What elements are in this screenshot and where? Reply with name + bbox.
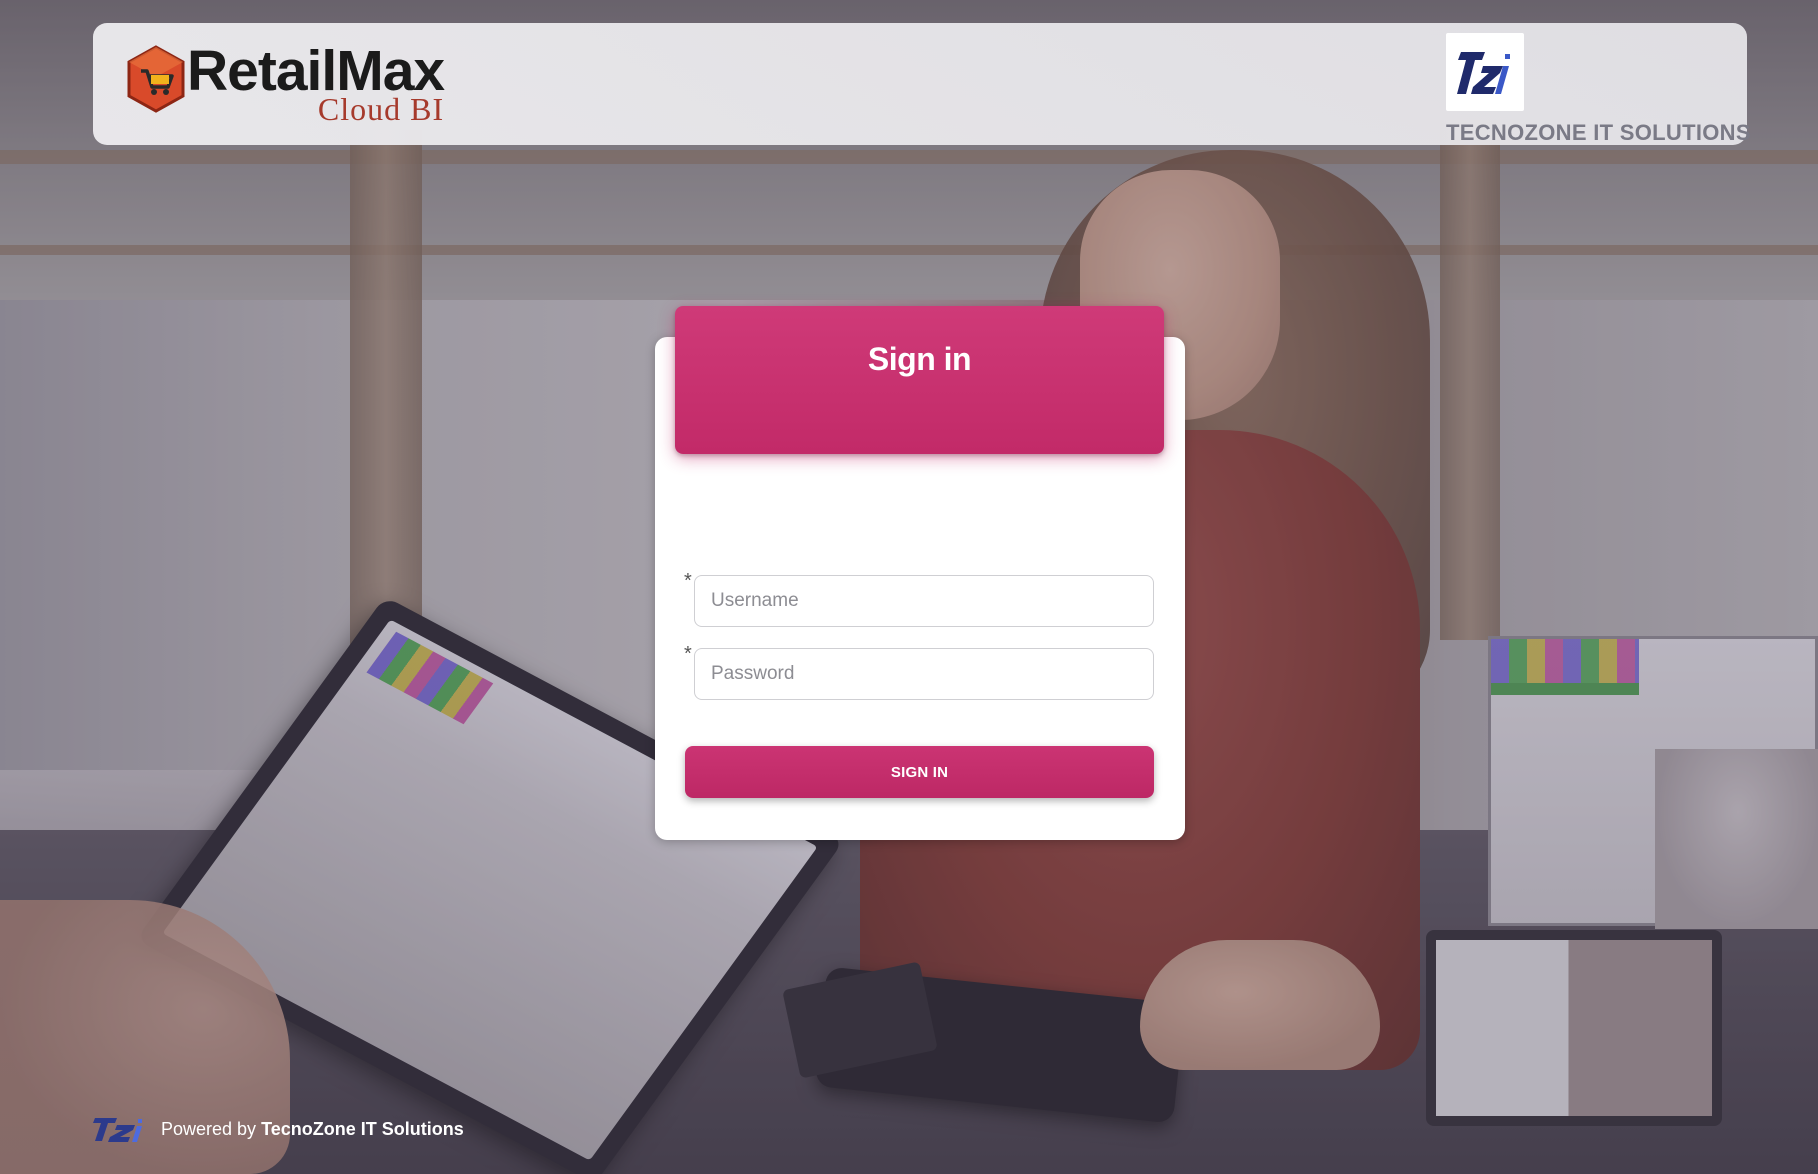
required-marker: * [684, 643, 692, 665]
shopping-cart-hexagon-icon [125, 45, 187, 113]
tz-logo-icon [1446, 33, 1524, 111]
powered-by-prefix: Powered by [161, 1118, 262, 1139]
username-input[interactable] [694, 575, 1154, 627]
powered-by-company: TecnoZone IT Solutions [261, 1118, 464, 1139]
powered-by-text: Powered by TecnoZone IT Solutions [161, 1119, 464, 1140]
footer: Powered by TecnoZone IT Solutions [93, 1113, 464, 1145]
partner-name: TECNOZONE IT SOLUTIONS [1446, 120, 1751, 145]
tz-logo-icon [93, 1115, 155, 1143]
password-field-group: * [684, 643, 1154, 700]
sign-in-button[interactable]: SIGN IN [685, 746, 1154, 798]
required-marker: * [684, 570, 692, 592]
username-field-group: * [684, 570, 1154, 627]
password-input[interactable] [694, 648, 1154, 700]
brand-subtitle: Cloud BI [317, 91, 445, 127]
partner-logo: TECNOZONE IT SOLUTIONS [1427, 33, 1751, 145]
signin-card-header: Sign in [675, 306, 1164, 454]
retailmax-logo: RetailMax Cloud BI [125, 41, 445, 131]
header-bar: RetailMax Cloud BI TECNOZONE IT SOLUTION… [93, 23, 1751, 145]
signin-title: Sign in [867, 341, 972, 377]
